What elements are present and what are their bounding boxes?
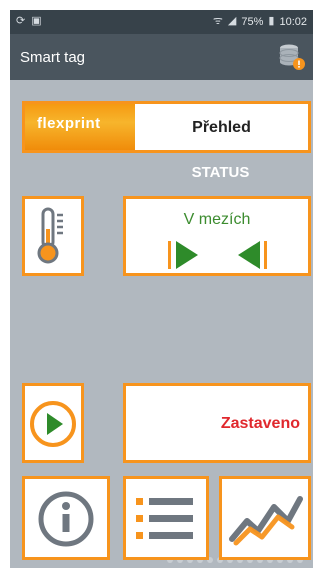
- play-button[interactable]: [22, 383, 84, 463]
- overview-header: flexprint Přehled: [22, 101, 311, 153]
- in-range-indicator-icon: [168, 241, 267, 269]
- app-bar: Smart tag: [10, 34, 313, 80]
- range-status-panel: V mezích: [123, 196, 311, 276]
- phone-screen: ⟳ ▣ ᯤ ◢ 75% ▮ 10:02 Smart tag flexprint …: [10, 10, 313, 568]
- wifi-icon: ᯤ: [212, 15, 223, 27]
- run-state-text: Zastaveno: [220, 415, 300, 432]
- thermometer-button[interactable]: [22, 196, 84, 276]
- flexprint-logo: flexprint: [25, 104, 135, 150]
- list-icon: [136, 498, 193, 539]
- range-status-text: V mezích: [183, 211, 251, 228]
- list-button[interactable]: [123, 476, 209, 560]
- status-heading: STATUS: [191, 164, 250, 181]
- play-icon: [30, 401, 76, 447]
- app-title: Smart tag: [20, 49, 86, 66]
- status-bar: ⟳ ▣ ᯤ ◢ 75% ▮ 10:02: [10, 10, 313, 34]
- trend-chart-icon: [229, 496, 303, 546]
- info-button[interactable]: [22, 476, 110, 560]
- info-icon: [38, 491, 94, 547]
- signal-icon: ◢: [227, 15, 237, 27]
- database-alert-icon[interactable]: [277, 42, 307, 72]
- graph-button[interactable]: [219, 476, 311, 560]
- battery-percent: 75%: [241, 15, 264, 28]
- sync-icon: ⟳: [16, 15, 26, 27]
- clock: 10:02: [279, 15, 307, 28]
- image-icon: ▣: [31, 15, 42, 27]
- battery-icon: ▮: [268, 15, 275, 27]
- page-title: Přehled: [192, 119, 251, 136]
- thermometer-icon: [37, 207, 63, 264]
- run-state-panel: Zastaveno: [123, 383, 311, 463]
